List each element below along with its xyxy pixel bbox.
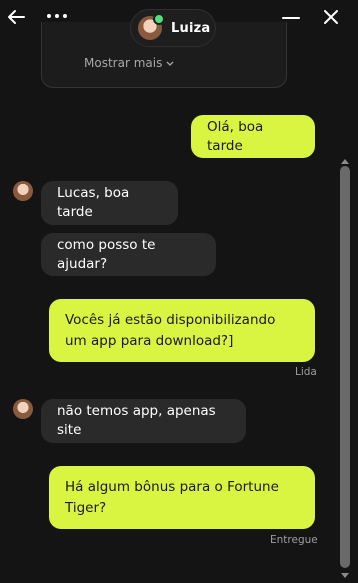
close-button[interactable] [320,6,342,28]
avatar [13,181,33,201]
back-button[interactable] [4,6,28,28]
chevron-down-icon [166,61,174,66]
message-text: Vocês já estão disponibilizando um app p… [65,311,276,349]
more-dots-icon [47,14,67,18]
close-icon [324,10,338,24]
contact-name: Luiza [171,20,211,36]
contact-pill[interactable]: Luiza [130,9,216,47]
message-text: Há algum bônus para o Fortune Tiger? [65,478,279,516]
online-status-dot [153,13,165,25]
more-options-button[interactable] [46,7,68,25]
avatar [138,13,165,40]
message-status: Lida [295,366,317,378]
scroll-down-arrow-icon[interactable] [341,573,349,579]
message-text: não temos app, apenas site [57,403,216,438]
scrollbar-thumb[interactable] [340,166,350,568]
message-bubble-sent: Vocês já estão disponibilizando um app p… [49,299,315,362]
show-more-button[interactable]: Mostrar mais [84,56,174,70]
message-bubble-received: não temos app, apenas site [41,399,246,443]
minimize-button[interactable] [280,8,302,28]
message-text: Olá, boa tarde [207,118,264,154]
message-list[interactable]: Mostrar mais Olá, boa tarde Lucas, boa t… [0,0,358,583]
arrow-left-icon [8,10,25,24]
message-bubble-received: Lucas, boa tarde [41,181,178,225]
avatar [13,399,33,419]
message-text: como posso te ajudar? [57,236,156,272]
message-bubble-sent: Há algum bônus para o Fortune Tiger? [49,466,315,529]
message-status: Entregue [270,534,318,546]
message-bubble-received: como posso te ajudar? [41,233,216,276]
scroll-up-arrow-icon[interactable] [341,158,349,164]
message-text: Lucas, boa tarde [57,185,130,220]
minimize-icon [282,17,300,19]
show-more-label: Mostrar mais [84,56,163,70]
chat-header: Luiza [0,0,358,47]
chat-window: Mostrar mais Olá, boa tarde Lucas, boa t… [0,0,358,583]
message-bubble-sent: Olá, boa tarde [191,115,315,158]
